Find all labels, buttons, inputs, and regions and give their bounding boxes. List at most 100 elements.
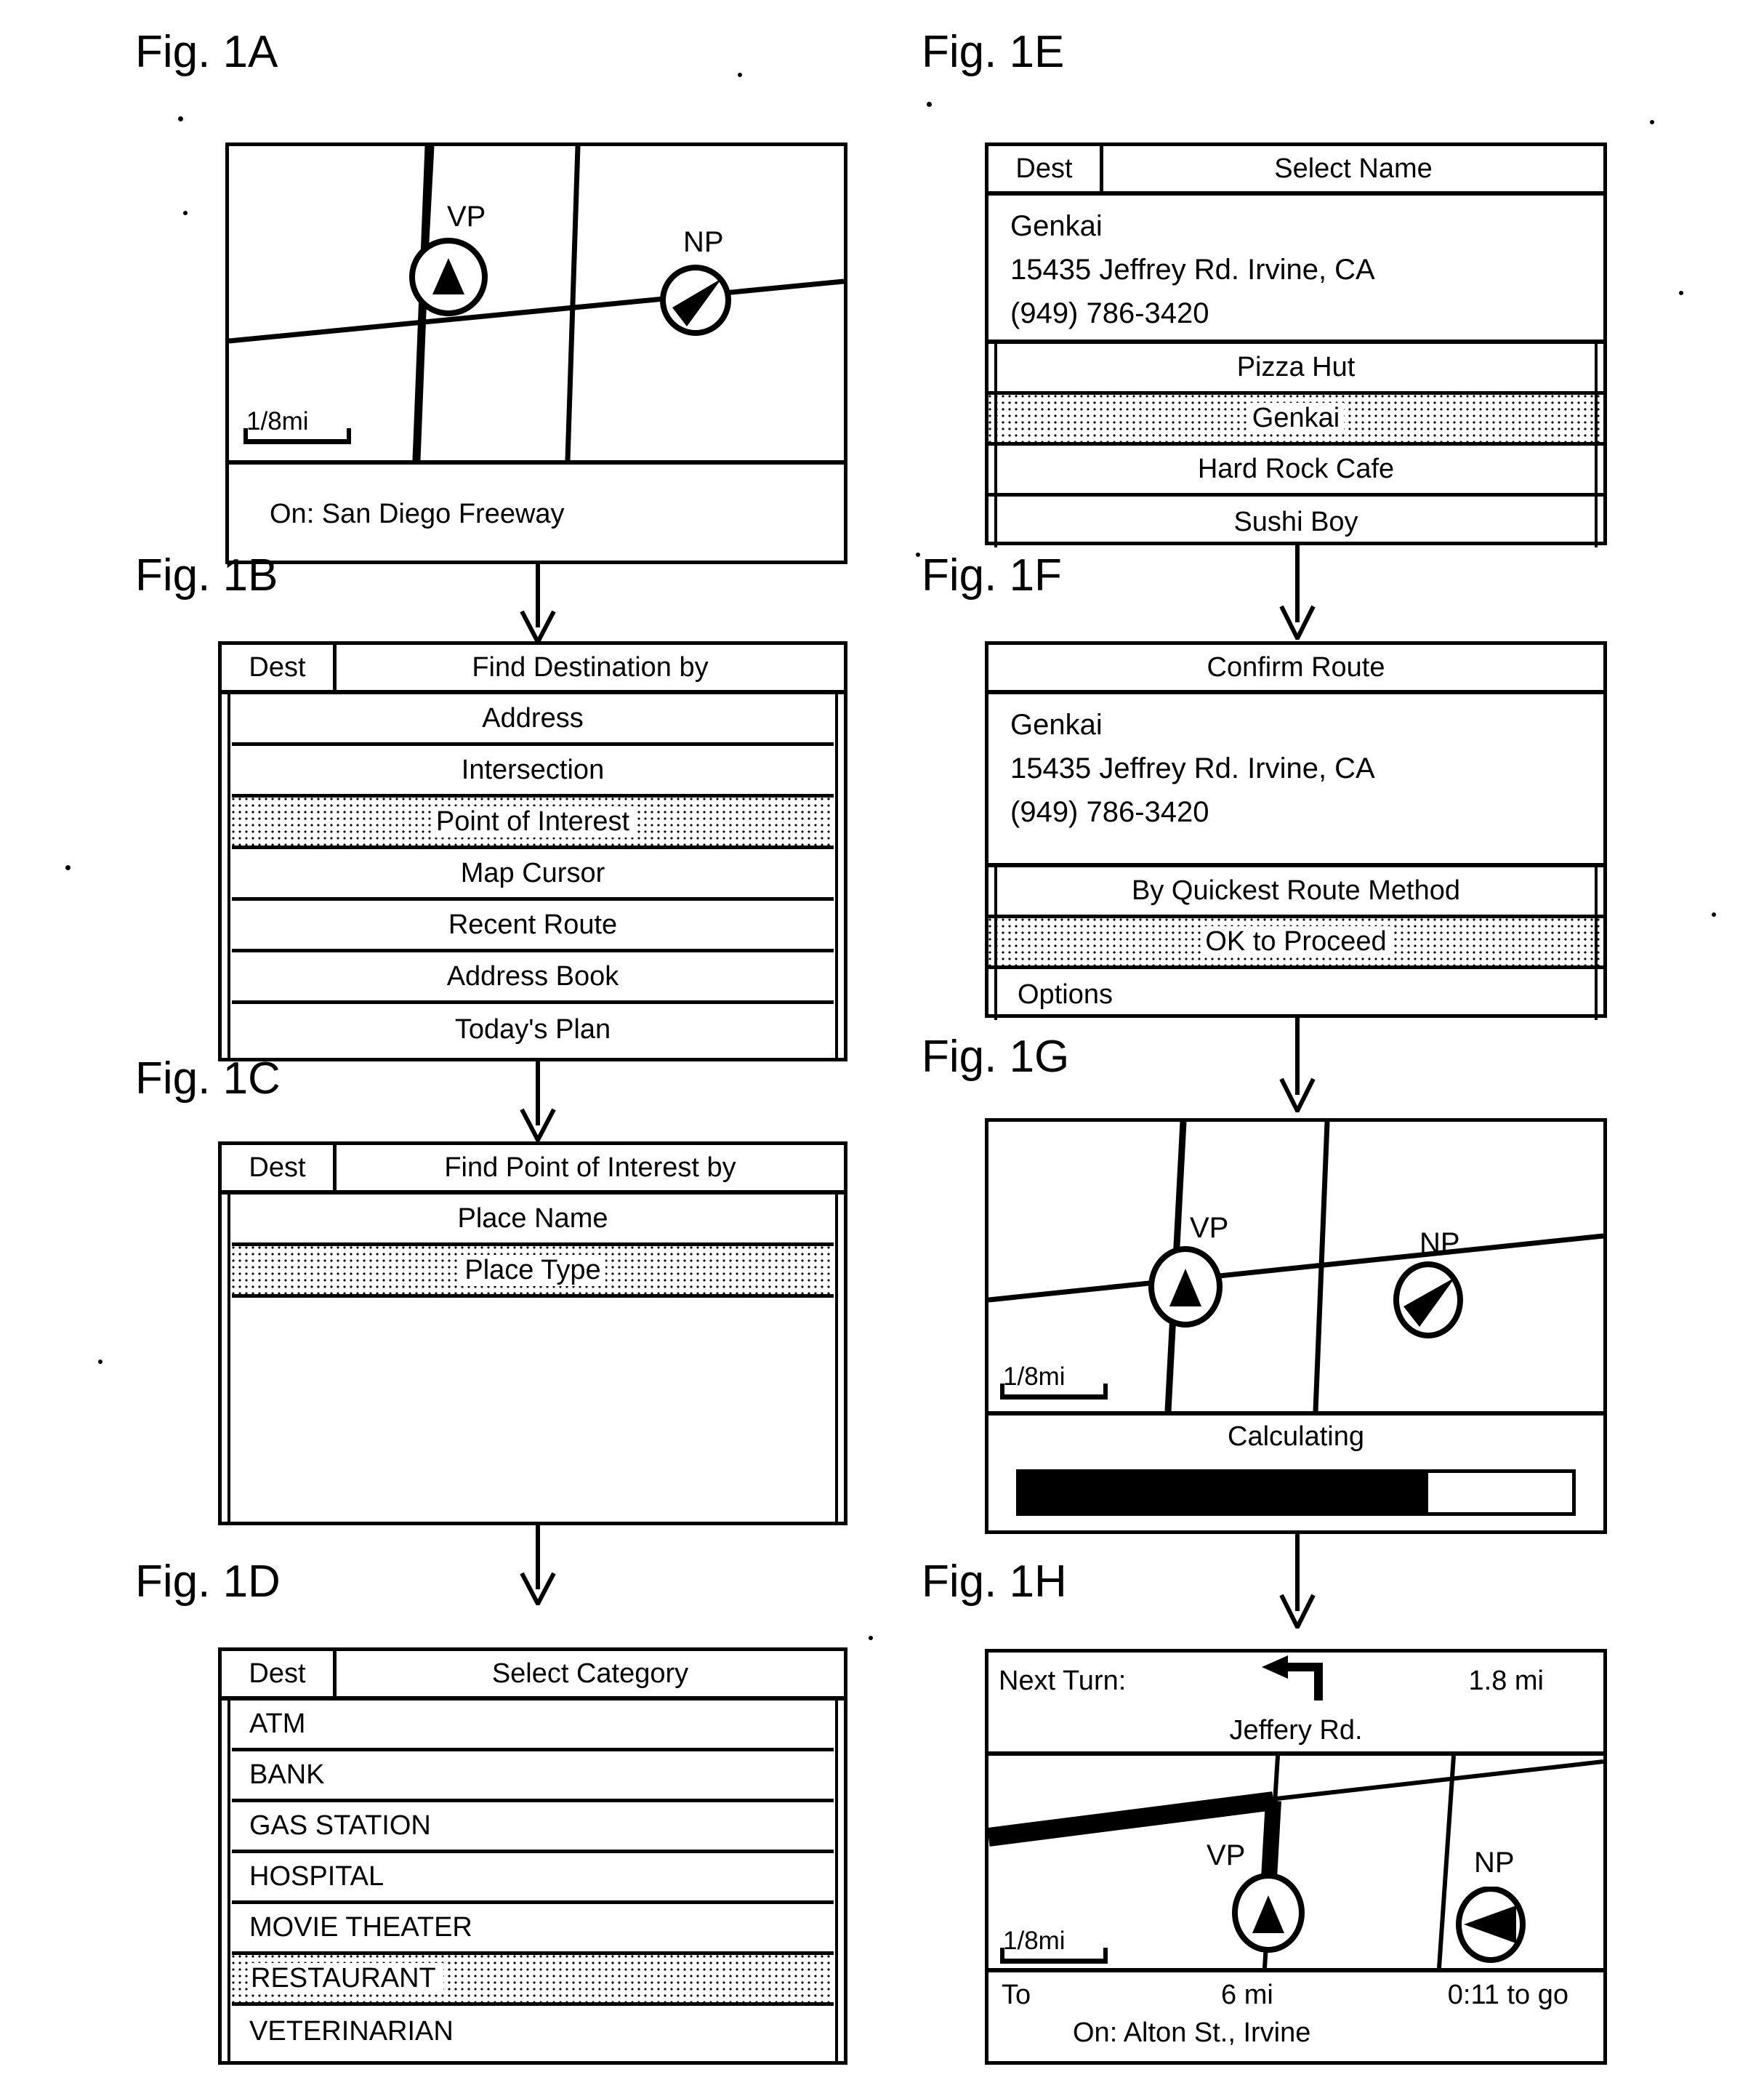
- list-item[interactable]: HOSPITAL: [232, 1853, 834, 1904]
- list-item-selected[interactable]: Genkai: [988, 395, 1603, 446]
- vehicle-position-icon-1h: [1232, 1873, 1305, 1953]
- flow-arrow-e-to-f: [1279, 545, 1316, 640]
- list-item-label: Sushi Boy: [1233, 506, 1358, 537]
- eta-1h: 0:11 to go: [1447, 1979, 1568, 2010]
- list-item[interactable]: Sushi Boy: [988, 497, 1603, 547]
- list-item-selected[interactable]: RESTAURANT: [232, 1955, 834, 2006]
- list-item-label: Pizza Hut: [1236, 352, 1356, 382]
- figure-label-1c: Fig. 1C: [135, 1053, 281, 1104]
- list-item[interactable]: VETERINARIAN: [232, 2006, 834, 2057]
- screen-title-1f: Confirm Route: [1207, 651, 1385, 683]
- vehicle-position-label-1a: VP: [447, 201, 486, 233]
- screen-title-1c: Find Point of Interest by: [444, 1152, 736, 1183]
- map-view-1a[interactable]: VP NP 1/8mi: [229, 146, 844, 460]
- flow-arrow-c-to-d: [520, 1525, 556, 1605]
- list-item[interactable]: Map Cursor: [232, 849, 834, 901]
- scan-speck: [178, 116, 183, 121]
- list-item[interactable]: Pizza Hut: [988, 344, 1603, 395]
- map-scale-bracket-1g: [1000, 1384, 1108, 1400]
- scan-speck: [1679, 291, 1683, 295]
- map-scale-bar-1a: 1/8mi: [243, 408, 351, 444]
- scan-speck: [738, 73, 742, 77]
- screen-1a: VP NP 1/8mi On: San Diego Freeway: [225, 142, 847, 564]
- dest-button-1d[interactable]: Dest: [222, 1651, 337, 1696]
- list-item-label: BANK: [249, 1759, 325, 1790]
- north-pointer-label-1a: NP: [683, 226, 724, 258]
- vehicle-position-icon-1a: [409, 238, 488, 316]
- list-item[interactable]: BANK: [232, 1751, 834, 1802]
- screen-1b: Dest Find Destination by Address Interse…: [218, 641, 847, 1061]
- list-item-label: Today's Plan: [454, 1014, 611, 1045]
- map-scale-bar-1h: 1/8mi: [1000, 1927, 1108, 1964]
- list-item[interactable]: Today's Plan: [232, 1004, 834, 1056]
- map-view-1g[interactable]: VP NP 1/8mi: [988, 1122, 1603, 1411]
- screen-1d: Dest Select Category ATM BANK GAS STATIO…: [218, 1647, 847, 2065]
- north-pointer-icon-1h: [1456, 1887, 1526, 1963]
- north-pointer-icon-1g: [1393, 1261, 1463, 1338]
- list-item[interactable]: By Quickest Route Method: [988, 867, 1603, 918]
- list-item[interactable]: Options: [988, 969, 1603, 1020]
- list-item-selected[interactable]: OK to Proceed: [988, 918, 1603, 969]
- progress-bar-1g: [1016, 1469, 1576, 1516]
- list-item[interactable]: Address: [232, 694, 834, 746]
- scan-speck: [869, 1636, 873, 1640]
- list-item[interactable]: Intersection: [232, 746, 834, 798]
- list-item-label: Options: [1018, 979, 1113, 1010]
- north-pointer-label-1g: NP: [1419, 1227, 1460, 1259]
- list-item[interactable]: Place Name: [232, 1194, 834, 1246]
- list-item[interactable]: Address Book: [232, 952, 834, 1004]
- option-list-1f: By Quickest Route Method OK to Proceed O…: [988, 867, 1603, 1020]
- north-pointer-icon-1a: [660, 265, 731, 336]
- screen-header-1e: Dest Select Name: [988, 146, 1603, 196]
- screen-1f: Confirm Route Genkai 15435 Jeffrey Rd. I…: [985, 641, 1607, 1020]
- list-item[interactable]: ATM: [232, 1701, 834, 1751]
- next-street-label-1h: Jeffery Rd.: [1229, 1714, 1363, 1746]
- next-street-bar-1h: Jeffery Rd.: [988, 1709, 1603, 1756]
- menu-list-1b: Address Intersection Point of Interest M…: [222, 694, 844, 1058]
- dest-button-1e[interactable]: Dest: [988, 146, 1103, 191]
- destination-detail-1e: Genkai 15435 Jeffrey Rd. Irvine, CA (949…: [988, 196, 1603, 344]
- detail-address-1e: 15435 Jeffrey Rd. Irvine, CA: [1010, 254, 1375, 286]
- scan-speck: [927, 102, 932, 107]
- list-item-selected[interactable]: Point of Interest: [232, 798, 834, 849]
- screen-header-1d: Dest Select Category: [222, 1651, 844, 1701]
- status-strip-1a: On: San Diego Freeway: [229, 460, 844, 563]
- remaining-distance-1h: 6 mi: [1221, 1979, 1273, 2010]
- screen-title-1b: Find Destination by: [472, 651, 709, 683]
- detail-phone-1f: (949) 786-3420: [1010, 796, 1209, 828]
- detail-phone-1e: (949) 786-3420: [1010, 297, 1209, 329]
- screen-header-1f: Confirm Route: [988, 645, 1603, 694]
- figure-label-1b: Fig. 1B: [135, 550, 278, 601]
- list-item-label: Address Book: [446, 960, 619, 992]
- screen-1e: Dest Select Name Genkai 15435 Jeffrey Rd…: [985, 142, 1607, 547]
- list-item[interactable]: Hard Rock Cafe: [988, 446, 1603, 497]
- list-item-label: MOVIE THEATER: [249, 1912, 472, 1943]
- list-item-label: By Quickest Route Method: [1132, 875, 1460, 906]
- current-street-1a: On: San Diego Freeway: [270, 498, 565, 529]
- dest-button-1b[interactable]: Dest: [222, 645, 337, 690]
- list-item-label: Intersection: [461, 754, 605, 785]
- screen-title-1e: Select Name: [1274, 153, 1433, 184]
- list-item-selected[interactable]: Place Type: [232, 1246, 834, 1298]
- list-item[interactable]: GAS STATION: [232, 1802, 834, 1853]
- map-view-1h[interactable]: VP NP 1/8mi: [988, 1756, 1603, 1968]
- scan-speck: [65, 865, 71, 870]
- dest-button-1c[interactable]: Dest: [222, 1145, 337, 1190]
- list-item-label: Place Name: [457, 1202, 608, 1234]
- screen-header-1b: Dest Find Destination by: [222, 645, 844, 694]
- list-item[interactable]: MOVIE THEATER: [232, 1904, 834, 1955]
- list-item[interactable]: Recent Route: [232, 901, 834, 952]
- list-item-label: GAS STATION: [249, 1810, 431, 1841]
- vehicle-position-label-1g: VP: [1190, 1212, 1229, 1244]
- list-item-label: ATM: [249, 1708, 306, 1739]
- destination-detail-1f: Genkai 15435 Jeffrey Rd. Irvine, CA (949…: [988, 694, 1603, 867]
- scan-speck: [1650, 120, 1654, 124]
- list-item-label: Address: [482, 702, 584, 734]
- list-item-label: Point of Interest: [431, 806, 635, 838]
- scan-speck: [1712, 912, 1716, 917]
- scan-speck: [183, 211, 188, 215]
- list-item-label: Genkai: [1247, 403, 1345, 434]
- list-item-label: Hard Rock Cafe: [1197, 454, 1395, 484]
- content-1e: Genkai 15435 Jeffrey Rd. Irvine, CA (949…: [988, 196, 1603, 547]
- detail-name-1e: Genkai: [1010, 210, 1103, 242]
